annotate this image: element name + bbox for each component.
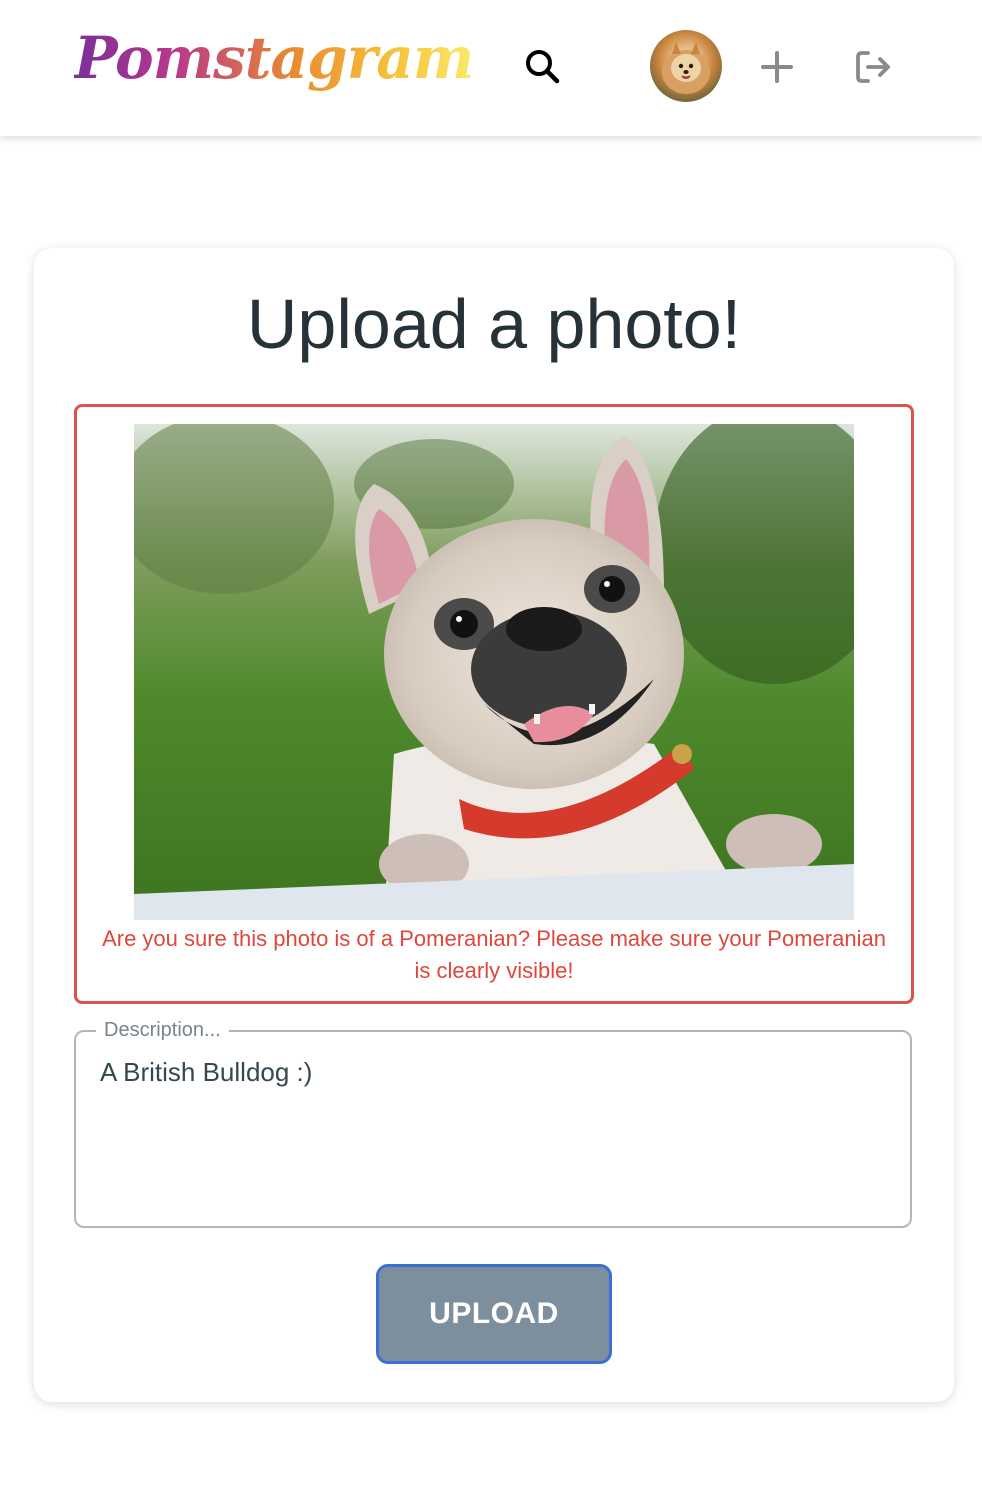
uploaded-photo-preview [134, 424, 854, 920]
search-button[interactable] [522, 46, 564, 88]
description-input[interactable]: A British Bulldog :) [100, 1056, 312, 1088]
description-field[interactable]: Description... A British Bulldog :) [74, 1018, 912, 1228]
logout-icon [856, 51, 890, 83]
user-avatar[interactable] [650, 30, 722, 102]
pomeranian-avatar-icon [662, 42, 710, 94]
upload-card: Upload a photo! Are you sure this photo … [34, 248, 954, 1402]
upload-button[interactable]: UPLOAD [376, 1264, 612, 1364]
description-label: Description... [96, 1018, 229, 1042]
page-title: Upload a photo! [246, 285, 742, 363]
top-navbar: Pomstagram [0, 0, 982, 136]
photo-validation-error: Are you sure this photo is of a Pomerani… [102, 926, 886, 983]
search-icon [526, 50, 560, 84]
logout-button[interactable] [852, 46, 894, 88]
add-post-button[interactable] [758, 48, 796, 86]
plus-icon [761, 51, 793, 83]
dog-photo-image [134, 424, 854, 920]
pomstagram-logo[interactable]: Pomstagram [74, 18, 474, 98]
photo-drop-zone[interactable]: Are you sure this photo is of a Pomerani… [74, 404, 914, 1004]
